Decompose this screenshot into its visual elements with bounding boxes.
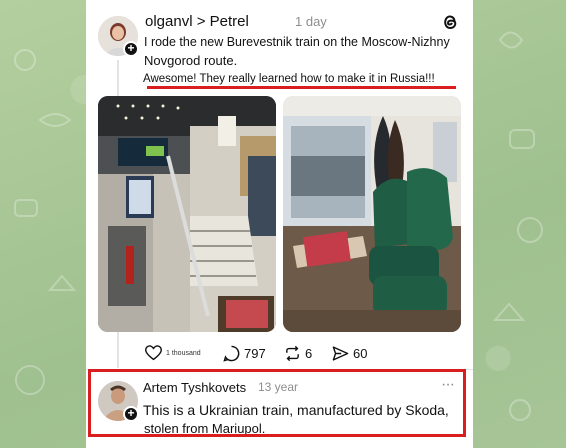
follow-plus-icon[interactable]: + [123, 41, 139, 57]
repost-action[interactable]: 6 [284, 345, 312, 362]
share-action[interactable]: 60 [332, 345, 367, 362]
send-icon [332, 346, 349, 361]
post-author[interactable]: olganvl > Petrel [145, 13, 249, 30]
post-text-line-1: I rode the new Burevestnik train on the … [144, 35, 450, 49]
post-photo-seats[interactable] [283, 96, 461, 332]
like-action[interactable]: 1 thousand [145, 345, 201, 361]
comment-count: 797 [244, 346, 266, 361]
reply-highlight-box [88, 369, 466, 437]
post-time: 1 day [295, 14, 327, 29]
like-count: 1 thousand [166, 349, 201, 357]
comment-icon [223, 345, 240, 362]
threads-icon[interactable] [441, 12, 459, 37]
post-text-line-2: Novgorod route. [144, 53, 238, 68]
repost-count: 6 [305, 346, 313, 361]
share-count: 60 [353, 346, 368, 361]
heart-icon [145, 345, 162, 361]
comment-action[interactable]: 797 [223, 345, 266, 362]
post-highlight-text: Awesome! They really learned how to make… [143, 73, 435, 85]
repost-icon [286, 345, 299, 362]
post-photo-corridor[interactable] [98, 96, 276, 332]
highlight-underline [147, 86, 456, 89]
